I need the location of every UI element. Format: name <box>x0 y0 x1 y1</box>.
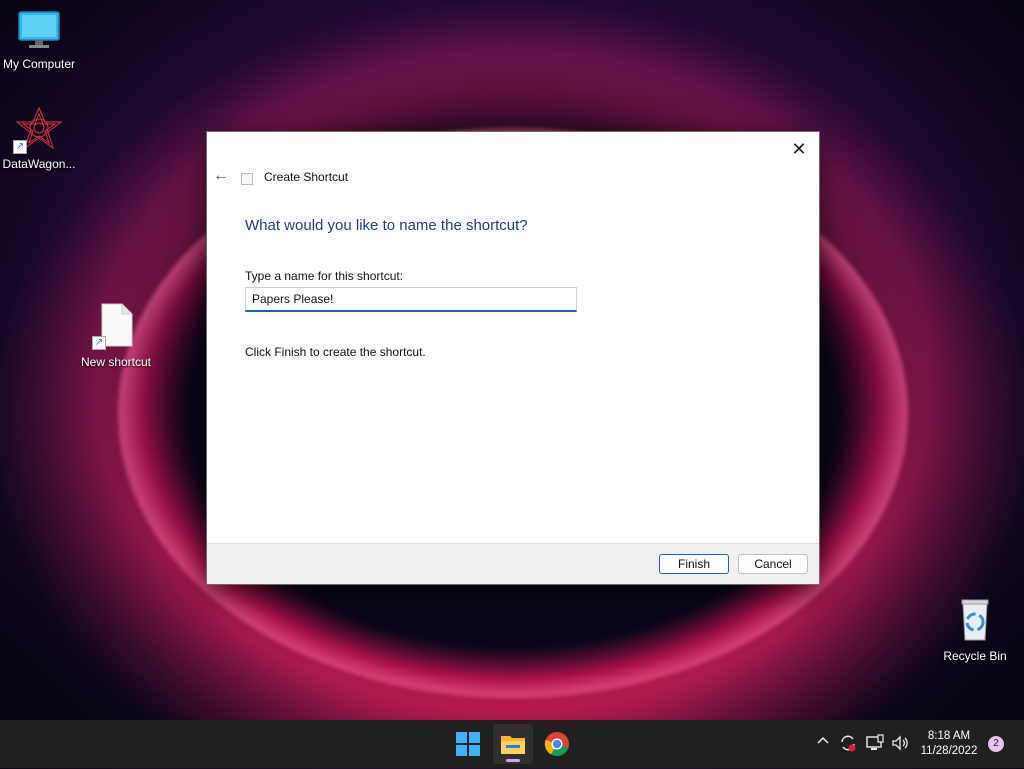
desktop-icon-my-computer[interactable]: My Computer <box>0 10 81 71</box>
notification-badge[interactable]: 2 <box>988 736 1004 752</box>
desktop-icon-datawagon[interactable]: ↗ DataWagon... <box>0 106 81 171</box>
cancel-button[interactable]: Cancel <box>738 554 808 574</box>
create-shortcut-dialog: ✕ ← Create Shortcut What would you like … <box>206 131 820 585</box>
desktop-icon-label: My Computer <box>2 57 76 71</box>
back-button[interactable]: ← <box>213 166 237 186</box>
recycle-bin-icon <box>961 599 989 641</box>
tray-sync-button[interactable] <box>838 733 858 756</box>
sync-icon <box>841 735 856 752</box>
start-button[interactable] <box>448 724 488 764</box>
desktop-icon-label: New shortcut <box>80 355 152 369</box>
tray-network-button[interactable] <box>865 733 885 756</box>
chrome-icon <box>544 732 569 756</box>
finish-button[interactable]: Finish <box>659 554 729 574</box>
shortcut-name-input[interactable] <box>245 287 577 312</box>
clock-date: 11/28/2022 <box>920 745 978 757</box>
network-icon <box>866 734 884 750</box>
windows-start-icon <box>456 732 480 756</box>
shortcut-arrow-icon: ↗ <box>92 336 106 350</box>
desktop-icon-recycle-bin[interactable]: Recycle Bin <box>933 596 1017 663</box>
active-indicator <box>506 759 520 762</box>
finish-hint: Click Finish to create the shortcut. <box>245 345 426 359</box>
file-explorer-button[interactable] <box>493 724 533 764</box>
volume-icon <box>892 735 908 751</box>
chrome-button[interactable] <box>537 724 577 764</box>
dialog-title: Create Shortcut <box>264 170 349 184</box>
tray-volume-button[interactable] <box>890 733 910 756</box>
desktop-icon-label: Recycle Bin <box>943 649 1007 663</box>
chevron-up-icon <box>817 736 829 744</box>
desktop-icon-label: DataWagon... <box>2 157 76 171</box>
taskbar: 8:18 AM 11/28/2022 <box>0 720 1024 768</box>
shortcut-name-label: Type a name for this shortcut: <box>245 269 404 283</box>
clock-time: 8:18 AM <box>927 730 971 742</box>
dialog-footer: Finish Cancel <box>207 543 819 584</box>
desktop-icon-new-shortcut[interactable]: ↗ New shortcut <box>74 302 158 369</box>
monitor-icon <box>18 11 60 48</box>
close-button[interactable]: ✕ <box>785 136 813 162</box>
tray-overflow-button[interactable] <box>816 734 830 751</box>
clock[interactable]: 8:18 AM 11/28/2022 <box>914 729 984 759</box>
shortcut-arrow-icon: ↗ <box>13 140 27 154</box>
folder-icon <box>501 736 525 754</box>
page-heading: What would you like to name the shortcut… <box>245 217 528 234</box>
shortcut-wizard-icon <box>241 173 253 185</box>
